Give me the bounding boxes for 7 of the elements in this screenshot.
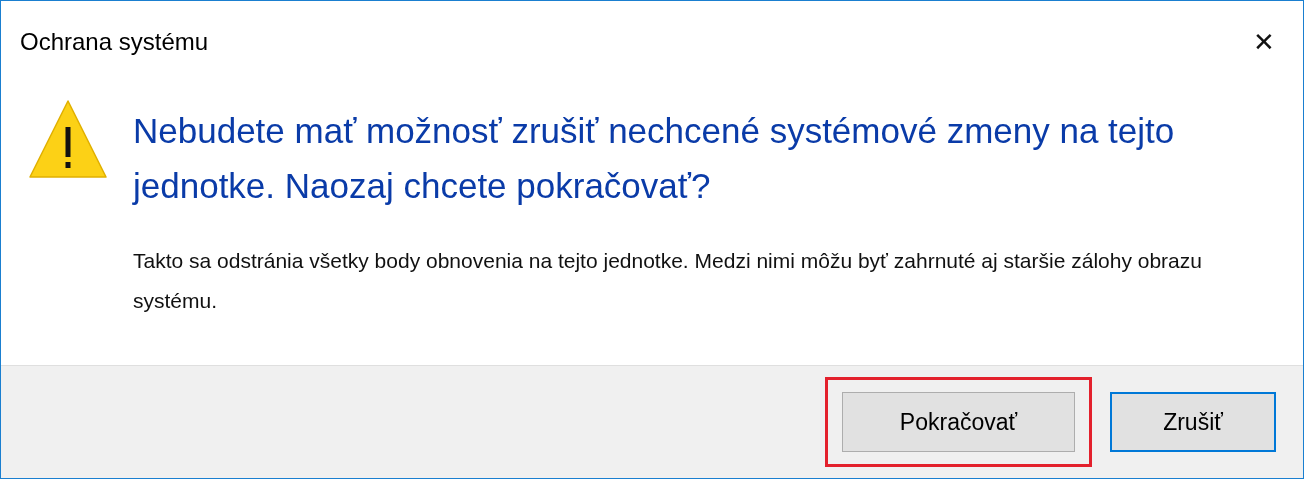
warning-icon [28,99,108,179]
dialog-message: Takto sa odstránia všetky body obnovenia na tejto jednotke. Medzi nimi môžu byť zahrnuté aj staršie zálohy obrazu systému. [133,248,1203,314]
close-button[interactable]: ✕ [1253,29,1275,55]
dialog-heading: Nebudete mať možnosť zrušiť nechcené systémové zmeny na tejto jednotke. Naozaj chcete pokračovať? [133,110,1176,207]
window-title: Ochrana systému [20,27,209,57]
dialog-button[interactable]: Zrušiť [1110,392,1276,452]
dialog-button[interactable]: Pokračovať [842,392,1075,452]
